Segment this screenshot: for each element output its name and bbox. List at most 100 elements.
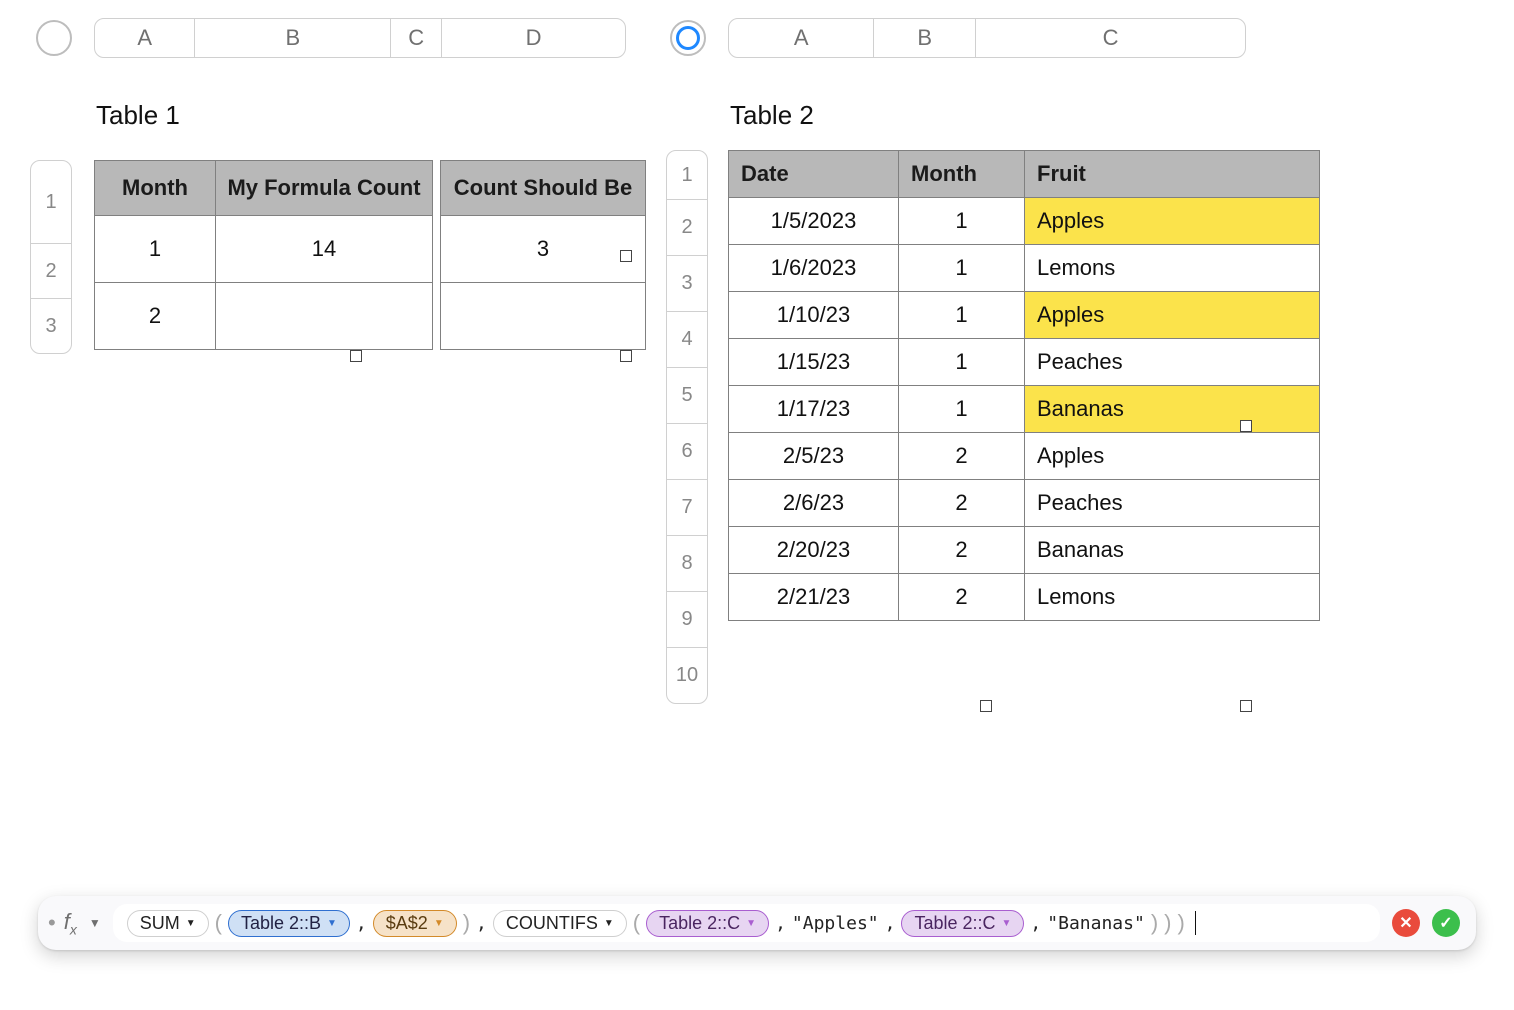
cell[interactable]: 3 (441, 216, 646, 283)
cell[interactable]: 1 (899, 292, 1025, 339)
chevron-down-icon[interactable]: ▼ (89, 916, 101, 930)
cell[interactable]: Peaches (1025, 480, 1320, 527)
table1-select-handle[interactable] (36, 20, 72, 56)
formula-bar[interactable]: • fx ▼ SUM ▼ ( Table 2::B ▼ , $A$2 ▼ ) ,… (38, 896, 1476, 950)
row-header[interactable]: 3 (667, 256, 707, 312)
row-header[interactable]: 10 (667, 648, 707, 703)
formula-token-ref-b[interactable]: Table 2::B ▼ (228, 910, 350, 937)
cell[interactable]: Bananas (1025, 386, 1320, 433)
comma: , (775, 913, 786, 934)
row-header[interactable]: 1 (667, 151, 707, 200)
cell[interactable]: 2/5/23 (729, 433, 899, 480)
cell[interactable]: Apples (1025, 198, 1320, 245)
col-header-B[interactable]: B (874, 19, 976, 57)
table2-select-handle[interactable] (670, 20, 706, 56)
col-header-A[interactable]: A (95, 19, 195, 57)
cell[interactable]: 2 (899, 433, 1025, 480)
formula-token-countifs[interactable]: COUNTIFS ▼ (493, 910, 627, 937)
chevron-down-icon: ▼ (746, 918, 756, 929)
cell[interactable]: Lemons (1025, 245, 1320, 292)
formula-token-sum[interactable]: SUM ▼ (127, 910, 209, 937)
table1-title[interactable]: Table 1 (96, 100, 180, 131)
row-header-2[interactable]: 2 (31, 244, 71, 299)
table-row: 2/5/23 2 Apples (729, 433, 1320, 480)
col-header-D[interactable]: D (442, 19, 625, 57)
row-header[interactable]: 2 (667, 200, 707, 256)
formula-token-ref-c2[interactable]: Table 2::C ▼ (901, 910, 1024, 937)
col-header-B[interactable]: B (195, 19, 391, 57)
table-row: 2/20/23 2 Bananas (729, 527, 1320, 574)
formula-token-ref-c1[interactable]: Table 2::C ▼ (646, 910, 769, 937)
cell[interactable]: 2/21/23 (729, 574, 899, 621)
resize-handle[interactable] (1240, 700, 1252, 712)
resize-handle[interactable] (980, 700, 992, 712)
row-header[interactable]: 4 (667, 312, 707, 368)
cell[interactable]: 1/15/23 (729, 339, 899, 386)
cell[interactable]: 1 (899, 245, 1025, 292)
paren-close: ) (1177, 910, 1184, 936)
col-header-A[interactable]: A (729, 19, 874, 57)
table1-column-ruler[interactable]: A B C D (94, 18, 626, 58)
t2-header-fruit[interactable]: Fruit (1025, 151, 1320, 198)
cell[interactable] (441, 283, 646, 350)
cell[interactable]: 1 (899, 339, 1025, 386)
row-header-1[interactable]: 1 (31, 161, 71, 244)
table-row: 2/21/23 2 Lemons (729, 574, 1320, 621)
cell[interactable]: Apples (1025, 433, 1320, 480)
formula-token-ref-a2[interactable]: $A$2 ▼ (373, 910, 457, 937)
cell[interactable]: Bananas (1025, 527, 1320, 574)
table1-row-ruler[interactable]: 1 2 3 (30, 160, 72, 354)
table2-column-ruler[interactable]: A B C (728, 18, 1246, 58)
t1-header-formula-count[interactable]: My Formula Count (216, 161, 433, 216)
row-header[interactable]: 6 (667, 424, 707, 480)
cell[interactable]: 1/6/2023 (729, 245, 899, 292)
col-header-C[interactable]: C (976, 19, 1245, 57)
table2-row-ruler[interactable]: 1 2 3 4 5 6 7 8 9 10 (666, 150, 708, 704)
cell[interactable]: 2 (899, 480, 1025, 527)
table1-main[interactable]: Month My Formula Count 1 14 2 (94, 160, 433, 350)
resize-handle[interactable] (1240, 420, 1252, 432)
col-header-C[interactable]: C (391, 19, 442, 57)
cell[interactable]: Apples (1025, 292, 1320, 339)
cell[interactable] (216, 283, 433, 350)
token-text: Table 2::B (241, 913, 321, 934)
table-row: 1/15/23 1 Peaches (729, 339, 1320, 386)
fx-icon[interactable]: fx (64, 909, 77, 937)
cell[interactable]: 1 (95, 216, 216, 283)
accept-button[interactable]: ✓ (1432, 909, 1460, 937)
cell[interactable]: 1 (899, 386, 1025, 433)
cell[interactable]: 1 (899, 198, 1025, 245)
literal-apples: "Apples" (792, 913, 879, 934)
t2-header-month[interactable]: Month (899, 151, 1025, 198)
formula-input[interactable]: SUM ▼ ( Table 2::B ▼ , $A$2 ▼ ) , COUNTI… (113, 904, 1380, 942)
cell[interactable]: Peaches (1025, 339, 1320, 386)
row-header[interactable]: 7 (667, 480, 707, 536)
t2-header-date[interactable]: Date (729, 151, 899, 198)
cell[interactable]: 1/10/23 (729, 292, 899, 339)
cell[interactable]: 14 (216, 216, 433, 283)
row-header-3[interactable]: 3 (31, 299, 71, 353)
row-header[interactable]: 8 (667, 536, 707, 592)
cell[interactable]: Lemons (1025, 574, 1320, 621)
chevron-down-icon: ▼ (186, 918, 196, 929)
table2-title[interactable]: Table 2 (730, 100, 814, 131)
cell[interactable]: 1/17/23 (729, 386, 899, 433)
t1-header-count-should-be[interactable]: Count Should Be (441, 161, 646, 216)
token-text: Table 2::C (659, 913, 740, 934)
resize-handle[interactable] (350, 350, 362, 362)
cell[interactable]: 2 (95, 283, 216, 350)
cell[interactable]: 2 (899, 574, 1025, 621)
cell[interactable]: 2 (899, 527, 1025, 574)
row-header[interactable]: 5 (667, 368, 707, 424)
resize-handle[interactable] (620, 350, 632, 362)
row-header[interactable]: 9 (667, 592, 707, 648)
cell[interactable]: 2/20/23 (729, 527, 899, 574)
cell[interactable]: 1/5/2023 (729, 198, 899, 245)
table2-main[interactable]: Date Month Fruit 1/5/2023 1 Apples 1/6/2… (728, 150, 1320, 621)
cell[interactable]: 2/6/23 (729, 480, 899, 527)
comma: , (356, 913, 367, 934)
table1-side[interactable]: Count Should Be 3 (440, 160, 646, 350)
t1-header-month[interactable]: Month (95, 161, 216, 216)
cancel-button[interactable]: ✕ (1392, 909, 1420, 937)
resize-handle[interactable] (620, 250, 632, 262)
